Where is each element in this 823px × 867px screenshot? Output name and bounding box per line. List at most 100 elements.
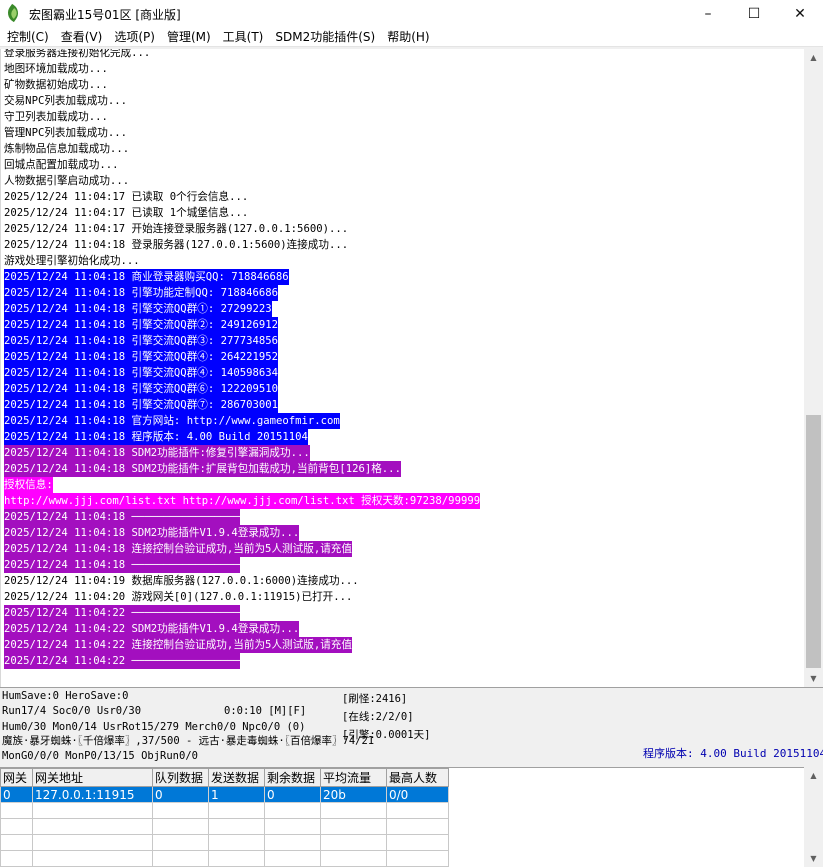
status-monster: 魔族·暴牙蜘蛛·〖千倍爆率〗,37/500 - 远古·暴走毒蜘蛛·〖百倍爆率〗7… [2, 735, 375, 747]
menu-view[interactable]: 查看(V) [55, 28, 109, 47]
log-line-text: 2025/12/24 11:04:18 引擎功能定制QQ: 718846686 [4, 285, 279, 301]
log-line-text: 2025/12/24 11:04:18 ───────────────── [4, 557, 240, 573]
log-line: 2025/12/24 11:04:18 商业登录器购买QQ: 718846686 [4, 269, 480, 285]
log-line-text: 守卫列表加载成功... [4, 111, 108, 123]
log-line: 2025/12/24 11:04:18 引擎交流QQ群②: 249126912 [4, 317, 480, 333]
col-address[interactable]: 网关地址 [32, 768, 153, 787]
log-line-text: 2025/12/24 11:04:18 SDM2功能插件:扩展背包加载成功,当前… [4, 461, 401, 477]
log-line-text: 2025/12/24 11:04:18 程序版本: 4.00 Build 201… [4, 429, 308, 445]
log-line-text: 管理NPC列表加载成功... [4, 127, 128, 139]
log-line: 授权信息: [4, 477, 480, 493]
col-max-users[interactable]: 最高人数 [386, 768, 449, 787]
table-row[interactable] [0, 802, 449, 819]
status-mong: MonG0/0/0 MonP0/13/15 ObjRun0/0 [2, 750, 198, 762]
log-line: 2025/12/24 11:04:22 SDM2功能插件V1.9.4登录成功..… [4, 621, 480, 637]
col-avg-traffic[interactable]: 平均流量 [320, 768, 387, 787]
col-gateway[interactable]: 网关 [0, 768, 33, 787]
log-line-text: 2025/12/24 11:04:18 连接控制台验证成功,当前为5人测试版,请… [4, 541, 352, 557]
log-line: 2025/12/24 11:04:18 引擎功能定制QQ: 718846686 [4, 285, 480, 301]
window-title: 宏图霸业15号01区 [商业版] [29, 7, 181, 22]
status-time: 0:0:10 [M][F] [224, 705, 307, 717]
log-line-text: 2025/12/24 11:04:18 引擎交流QQ群④: 140598634 [4, 365, 279, 381]
menu-control[interactable]: 控制(C) [0, 28, 55, 47]
log-line: 2025/12/24 11:04:18 引擎交流QQ群⑦: 286703001 [4, 397, 480, 413]
log-line: 2025/12/24 11:04:18 SDM2功能插件V1.9.4登录成功..… [4, 525, 480, 541]
cell-avg-traffic: 20b [320, 786, 387, 803]
log-line-text: 地图环境加载成功... [4, 63, 108, 75]
log-line: 2025/12/24 11:04:18 登录服务器(127.0.0.1:5600… [4, 237, 480, 253]
menu-sdm2-plugin[interactable]: SDM2功能插件(S) [269, 28, 381, 47]
status-hum: Hum0/30 Mon0/14 UsrRot15/279 Merch0/0 Np… [2, 721, 306, 733]
log-line-text: 矿物数据初始成功... [4, 79, 108, 91]
log-line: 2025/12/24 11:04:22 ───────────────── [4, 605, 480, 621]
status-panel: HumSave:0 HeroSave:0 Run17/4 Soc0/0 Usr0… [0, 687, 823, 767]
log-line: 2025/12/24 11:04:17 已读取 0个行会信息... [4, 189, 480, 205]
status-run: Run17/4 Soc0/0 Usr0/30 [2, 705, 142, 717]
log-line-text: 2025/12/24 11:04:22 ───────────────── [4, 653, 240, 669]
scroll-up-icon[interactable]: ▲ [804, 49, 823, 66]
gateway-grid[interactable]: 网关 网关地址 队列数据 发送数据 剩余数据 平均流量 最高人数 0 127.0… [0, 767, 804, 867]
gateway-header-row: 网关 网关地址 队列数据 发送数据 剩余数据 平均流量 最高人数 [0, 768, 449, 787]
log-line-text: 2025/12/24 11:04:17 已读取 1个城堡信息... [4, 207, 249, 219]
menu-options[interactable]: 选项(P) [108, 28, 161, 47]
log-line: 2025/12/24 11:04:18 引擎交流QQ群④: 264221952 [4, 349, 480, 365]
cell-sent: 1 [208, 786, 265, 803]
status-online: [在线:2/2/0] [342, 711, 414, 723]
log-line: 2025/12/24 11:04:18 ───────────────── [4, 509, 480, 525]
table-row[interactable] [0, 850, 449, 867]
log-line-text: 2025/12/24 11:04:18 引擎交流QQ群④: 264221952 [4, 349, 279, 365]
log-line-text: 2025/12/24 11:04:18 SDM2功能插件V1.9.4登录成功..… [4, 525, 300, 541]
maximize-button[interactable]: ☐ [731, 0, 777, 28]
log-line: 地图环境加载成功... [4, 61, 480, 77]
log-panel[interactable]: 登录服务器连接初始化完成... 地图环境加载成功... 矿物数据初始成功... 交易N… [0, 49, 804, 687]
log-line: 2025/12/24 11:04:22 连接控制台验证成功,当前为5人测试版,请… [4, 637, 480, 653]
grid-scrollbar[interactable]: ▲ ▼ [804, 767, 823, 867]
scroll-down-icon[interactable]: ▼ [804, 850, 823, 867]
col-sent[interactable]: 发送数据 [208, 768, 265, 787]
log-line-text: http://www.jjj.com/list.txt http://www.j… [4, 493, 481, 509]
log-line-text: 2025/12/24 11:04:22 SDM2功能插件V1.9.4登录成功..… [4, 621, 300, 637]
close-button[interactable]: ✕ [777, 0, 823, 28]
log-line-text: 交易NPC列表加载成功... [4, 95, 128, 107]
log-line-text: 2025/12/24 11:04:19 数据库服务器(127.0.0.1:600… [4, 575, 359, 587]
menu-tools[interactable]: 工具(T) [217, 28, 270, 47]
scroll-up-icon[interactable]: ▲ [804, 767, 823, 784]
scroll-down-icon[interactable]: ▼ [804, 670, 823, 687]
log-line: 交易NPC列表加载成功... [4, 93, 480, 109]
log-line-text: 登录服务器连接初始化完成... [4, 49, 151, 59]
log-lines: 登录服务器连接初始化完成... 地图环境加载成功... 矿物数据初始成功... 交易N… [4, 49, 481, 669]
col-queue[interactable]: 队列数据 [152, 768, 209, 787]
log-scrollbar[interactable]: ▲ ▼ [804, 49, 823, 687]
app-leaf-icon [4, 3, 23, 23]
log-line: http://www.jjj.com/list.txt http://www.j… [4, 493, 481, 509]
minimize-button[interactable]: – [685, 0, 731, 28]
cell-max-users: 0/0 [386, 786, 449, 803]
log-line-text: 游戏处理引擎初始化成功... [4, 255, 140, 267]
log-line-text: 2025/12/24 11:04:22 ───────────────── [4, 605, 240, 621]
log-line-text: 2025/12/24 11:04:18 登录服务器(127.0.0.1:5600… [4, 239, 349, 251]
log-line-text: 2025/12/24 11:04:18 SDM2功能插件:修复引擎漏洞成功... [4, 445, 310, 461]
cell-address: 127.0.0.1:11915 [32, 786, 153, 803]
log-line-text: 人物数据引擎启动成功... [4, 175, 130, 187]
log-line: 回城点配置加载成功... [4, 157, 480, 173]
log-line: 管理NPC列表加载成功... [4, 125, 480, 141]
title-bar: 宏图霸业15号01区 [商业版] – ☐ ✕ [0, 0, 823, 28]
cell-remaining: 0 [264, 786, 321, 803]
table-row[interactable] [0, 818, 449, 835]
scroll-thumb[interactable] [806, 415, 821, 668]
log-line-text: 授权信息: [4, 477, 53, 493]
log-line: 人物数据引擎启动成功... [4, 173, 480, 189]
table-row[interactable] [0, 834, 449, 851]
log-line: 2025/12/24 11:04:18 引擎交流QQ群①: 27299223 [4, 301, 480, 317]
log-line: 2025/12/24 11:04:18 引擎交流QQ群③: 277734856 [4, 333, 480, 349]
status-refresh: [刷怪:2416] [342, 693, 408, 705]
log-line: 2025/12/24 11:04:17 已读取 1个城堡信息... [4, 205, 480, 221]
log-line: 2025/12/24 11:04:18 引擎交流QQ群⑥: 122209510 [4, 381, 480, 397]
menu-manage[interactable]: 管理(M) [161, 28, 217, 47]
log-line: 2025/12/24 11:04:18 SDM2功能插件:修复引擎漏洞成功... [4, 445, 480, 461]
menu-help[interactable]: 帮助(H) [381, 28, 435, 47]
col-remaining[interactable]: 剩余数据 [264, 768, 321, 787]
table-row[interactable]: 0 127.0.0.1:11915 0 1 0 20b 0/0 [0, 786, 449, 803]
log-line-text: 2025/12/24 11:04:17 已读取 0个行会信息... [4, 191, 249, 203]
log-line-text: 2025/12/24 11:04:18 ───────────────── [4, 509, 240, 525]
